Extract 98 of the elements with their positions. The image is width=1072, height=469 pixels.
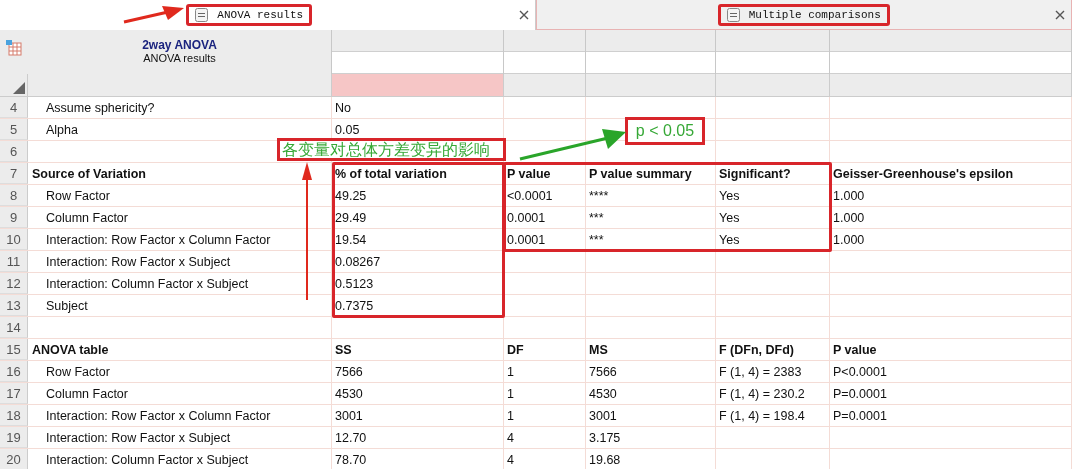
table-cell: Geisser-Greenhouse's epsilon — [833, 166, 1014, 181]
table-cell: 7566 — [335, 364, 363, 379]
table-cell: 19.54 — [335, 232, 367, 247]
tab-label: ANOVA results — [217, 9, 304, 21]
document-icon — [726, 7, 741, 22]
table-cell: 3001 — [335, 408, 363, 423]
table-cell: SS — [335, 342, 352, 357]
table-cell: No — [335, 100, 351, 115]
table-cell: Interaction: Row Factor x Column Factor — [46, 232, 271, 247]
table-cell: P value — [507, 166, 551, 181]
row-number: 16 — [0, 361, 28, 382]
table-cell: DF — [507, 342, 524, 357]
table-cell: 1 — [507, 386, 514, 401]
table-cell: 0.08267 — [335, 254, 381, 269]
row-number: 11 — [0, 251, 28, 272]
row-number: 6 — [0, 141, 28, 162]
table-cell: F (1, 4) = 230.2 — [719, 386, 805, 401]
annotation-arrow — [122, 6, 184, 24]
row-number: 14 — [0, 317, 28, 338]
table-cell: 0.05 — [335, 122, 360, 137]
close-icon[interactable] — [1055, 10, 1065, 20]
table-cell: Column Factor — [46, 386, 128, 401]
table-cell: ANOVA table — [32, 342, 109, 357]
row-number: 13 — [0, 295, 28, 316]
row-number: 17 — [0, 383, 28, 404]
table-cell: Assume sphericity? — [46, 100, 155, 115]
annotation-note: 各变量对总体方差变异的影响 — [277, 138, 506, 161]
table-cell: 3.175 — [589, 430, 621, 445]
table-cell: Column Factor — [46, 210, 128, 225]
row-number: 12 — [0, 273, 28, 294]
row-number: 15 — [0, 339, 28, 360]
table-cell: Alpha — [46, 122, 78, 137]
table-cell: 78.70 — [335, 452, 367, 467]
table-cell: 1.000 — [833, 188, 865, 203]
table-cell: 1 — [507, 408, 514, 423]
table-cell: Interaction: Column Factor x Subject — [46, 452, 249, 467]
table-cell: 12.70 — [335, 430, 367, 445]
sheet-title: 2way ANOVA — [141, 38, 218, 52]
row-number: 19 — [0, 427, 28, 448]
table-cell: F (DFn, DFd) — [719, 342, 794, 357]
row-number: 8 — [0, 185, 28, 206]
table-cell: Interaction: Column Factor x Subject — [46, 276, 249, 291]
table-cell: Yes — [719, 232, 740, 247]
table-icon — [6, 40, 22, 56]
tab-label: Multiple comparisons — [748, 8, 881, 21]
table-cell: Significant? — [719, 166, 791, 181]
table-cell: *** — [589, 210, 604, 225]
table-cell: **** — [589, 188, 609, 203]
table-cell: 0.5123 — [335, 276, 374, 291]
table-cell: 0.0001 — [507, 232, 546, 247]
annotation-note: p < 0.05 — [625, 117, 705, 145]
table-cell: 4530 — [335, 386, 363, 401]
table-cell: Yes — [719, 188, 740, 203]
table-cell: MS — [589, 342, 608, 357]
table-cell: P value — [833, 342, 877, 357]
table-cell: Row Factor — [46, 364, 110, 379]
table-cell: P=0.0001 — [833, 386, 887, 401]
close-icon[interactable] — [518, 10, 529, 20]
table-cell: Interaction: Row Factor x Column Factor — [46, 408, 271, 423]
table-cell: Subject — [46, 298, 88, 313]
row-number: 20 — [0, 449, 28, 469]
table-cell: P<0.0001 — [833, 364, 887, 379]
column-header[interactable] — [332, 74, 504, 96]
row-number: 9 — [0, 207, 28, 228]
row-number: 10 — [0, 229, 28, 250]
table-cell: 19.68 — [589, 452, 621, 467]
sheet-subtitle: ANOVA results — [142, 52, 217, 64]
document-icon — [195, 8, 210, 22]
table-cell: *** — [589, 232, 604, 247]
table-cell: P=0.0001 — [833, 408, 887, 423]
table-cell: 1.000 — [833, 232, 865, 247]
table-cell: 29.49 — [335, 210, 367, 225]
row-number: 18 — [0, 405, 28, 426]
table-cell: 49.25 — [335, 188, 367, 203]
table-cell: P value summary — [589, 166, 692, 181]
table-cell: Source of Variation — [32, 166, 146, 181]
row-number: 7 — [0, 163, 28, 184]
table-cell: Yes — [719, 210, 740, 225]
corner-icon — [13, 82, 25, 94]
table-cell: 0.0001 — [507, 210, 546, 225]
table-cell: Row Factor — [46, 188, 110, 203]
table-cell: Interaction: Row Factor x Subject — [46, 254, 231, 269]
table-cell: 4 — [507, 452, 514, 467]
document-tab[interactable]: Multiple comparisons — [535, 0, 1072, 30]
table-cell: 1.000 — [833, 210, 865, 225]
table-cell: Interaction: Row Factor x Subject — [46, 430, 231, 445]
table-cell: 7566 — [589, 364, 617, 379]
row-number: 4 — [0, 97, 28, 118]
table-cell: <0.0001 — [507, 188, 553, 203]
table-cell: 3001 — [589, 408, 617, 423]
table-cell: 4 — [507, 430, 514, 445]
table-cell: 1 — [507, 364, 514, 379]
table-cell: % of total variation — [335, 166, 447, 181]
table-cell: 4530 — [589, 386, 617, 401]
table-cell: 0.7375 — [335, 298, 374, 313]
row-number: 5 — [0, 119, 28, 140]
table-cell: F (1, 4) = 2383 — [719, 364, 802, 379]
table-cell: F (1, 4) = 198.4 — [719, 408, 805, 423]
